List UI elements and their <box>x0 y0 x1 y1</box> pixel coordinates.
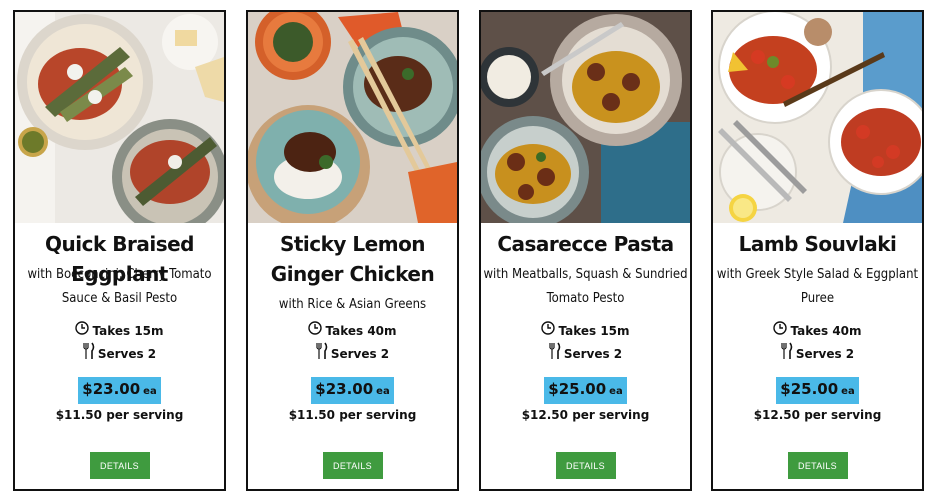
servings-label: Serves 2 <box>97 347 157 361</box>
details-button[interactable]: DETAILS <box>787 452 848 479</box>
recipe-card[interactable]: Lamb Souvlaki with Greek Style Salad & E… <box>711 10 924 491</box>
recipe-subtitle: with Bocconcini, Cherry Tomato Sauce & B… <box>27 267 212 306</box>
recipe-photo[interactable] <box>481 12 690 223</box>
recipe-title: Sticky Lemon Ginger Chicken <box>270 232 435 286</box>
recipe-subtitle: with Rice & Asian Greens <box>278 297 427 312</box>
fork-knife-icon <box>83 342 95 367</box>
servings-label: Serves 2 <box>330 347 390 361</box>
servings: Serves 2 <box>15 342 224 367</box>
price-value: $23.00 <box>315 380 374 398</box>
recipe-card[interactable]: Sticky Lemon Ginger Chicken with Rice & … <box>246 10 459 491</box>
price-per-serving: $12.50 per serving <box>521 408 650 422</box>
clock-icon <box>773 321 788 342</box>
servings: Serves 2 <box>248 342 457 367</box>
fork-knife-icon <box>781 342 793 367</box>
prep-time: Takes 15m <box>481 321 690 342</box>
price-value: $25.00 <box>548 380 607 398</box>
price-unit: ea <box>841 386 855 397</box>
prep-time: Takes 40m <box>248 321 457 342</box>
servings-label: Serves 2 <box>795 347 855 361</box>
recipe-card[interactable]: Casarecce Pasta with Meatballs, Squash &… <box>479 10 692 491</box>
recipe-title: Lamb Souvlaki <box>738 232 897 256</box>
clock-icon <box>308 321 323 342</box>
price-per-serving: $11.50 per serving <box>288 408 417 422</box>
price-badge: $23.00 ea <box>311 377 394 404</box>
details-button[interactable]: DETAILS <box>555 452 616 479</box>
recipe-photo[interactable] <box>15 12 224 223</box>
servings: Serves 2 <box>713 342 922 367</box>
price-unit: ea <box>609 386 623 397</box>
prep-time: Takes 15m <box>15 321 224 342</box>
servings: Serves 2 <box>481 342 690 367</box>
recipe-subtitle: with Meatballs, Squash & Sundried Tomato… <box>483 267 688 306</box>
price-badge: $23.00 ea <box>78 377 161 404</box>
details-button[interactable]: DETAILS <box>322 452 383 479</box>
price-unit: ea <box>143 386 157 397</box>
price-badge: $25.00 ea <box>544 377 627 404</box>
price-unit: ea <box>376 386 390 397</box>
recipe-card[interactable]: Quick Braised Eggplant with Bocconcini, … <box>13 10 226 491</box>
price-badge: $25.00 ea <box>776 377 859 404</box>
prep-time-label: Takes 15m <box>92 324 164 338</box>
fork-knife-icon <box>549 342 561 367</box>
details-button[interactable]: DETAILS <box>89 452 150 479</box>
servings-label: Serves 2 <box>563 347 623 361</box>
fork-knife-icon <box>316 342 328 367</box>
recipe-subtitle: with Greek Style Salad & Eggplant Puree <box>716 267 919 306</box>
prep-time: Takes 40m <box>713 321 922 342</box>
recipe-title: Casarecce Pasta <box>497 232 674 256</box>
price-value: $25.00 <box>780 380 839 398</box>
price-per-serving: $11.50 per serving <box>55 408 184 422</box>
prep-time-label: Takes 40m <box>790 324 862 338</box>
prep-time-label: Takes 15m <box>558 324 630 338</box>
clock-icon <box>541 321 556 342</box>
recipe-photo[interactable] <box>713 12 922 223</box>
prep-time-label: Takes 40m <box>325 324 397 338</box>
recipe-photo[interactable] <box>248 12 457 223</box>
price-value: $23.00 <box>82 380 141 398</box>
clock-icon <box>75 321 90 342</box>
price-per-serving: $12.50 per serving <box>753 408 882 422</box>
